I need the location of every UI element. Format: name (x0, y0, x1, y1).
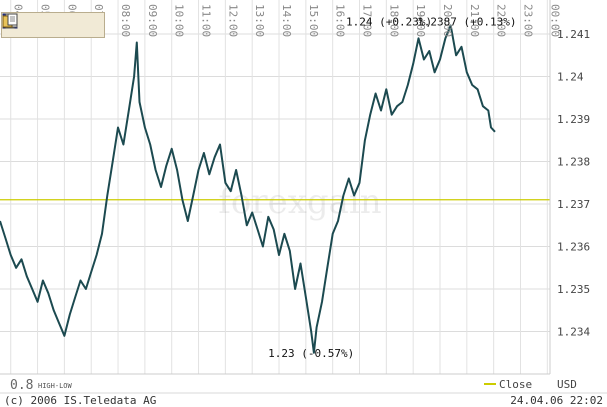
x-tick-label: 10:00 (173, 4, 186, 37)
y-tick-label: 1.234 (557, 326, 590, 339)
x-tick-label: 23:00 (521, 4, 534, 37)
timestamp-text: 24.04.06 22:02 (510, 394, 603, 407)
copyright-text: (c) 2006 IS.Teledata AG (4, 394, 156, 407)
range-caption: HIGH-LOW (38, 382, 73, 390)
y-tick-label: 1.238 (557, 156, 590, 169)
x-tick-label: 14:00 (280, 4, 293, 37)
mail-button[interactable] (2, 14, 76, 35)
x-tick-label: 12:00 (226, 4, 239, 37)
y-tick-label: 1.236 (557, 241, 590, 254)
copy-icon (2, 13, 18, 28)
price-annotation: 1.23 (-0.57%) (268, 347, 354, 360)
price-annotation: 1.24 (+0.23%) (346, 15, 432, 28)
print-button[interactable] (2, 13, 52, 35)
x-tick-label: 13:00 (253, 4, 266, 37)
y-tick-label: 1.239 (557, 113, 590, 126)
legend-close-label: Close (499, 378, 532, 391)
currency-label: USD (557, 378, 577, 391)
y-tick-label: 1.24 (557, 71, 584, 84)
copy-button[interactable] (2, 13, 100, 35)
x-tick-label: 09:00 (146, 4, 159, 37)
chart-widget: forexgain 1.234 1.235 1.236 1.237 1.238 1.239… (0, 0, 607, 407)
chart-toolbar (1, 12, 105, 38)
x-tick-label: 15:00 (307, 4, 320, 37)
price-chart: forexgain 1.2341.2351.2361.2371.2381.239… (0, 0, 607, 407)
x-tick-label: 08:00 (119, 4, 132, 37)
y-tick-label: 1.235 (557, 283, 590, 296)
y-tick-label: 1.237 (557, 198, 590, 211)
x-tick-label: 11:00 (200, 4, 213, 37)
x-tick-label: 16:00 (334, 4, 347, 37)
range-value: 0.8 (10, 378, 33, 393)
